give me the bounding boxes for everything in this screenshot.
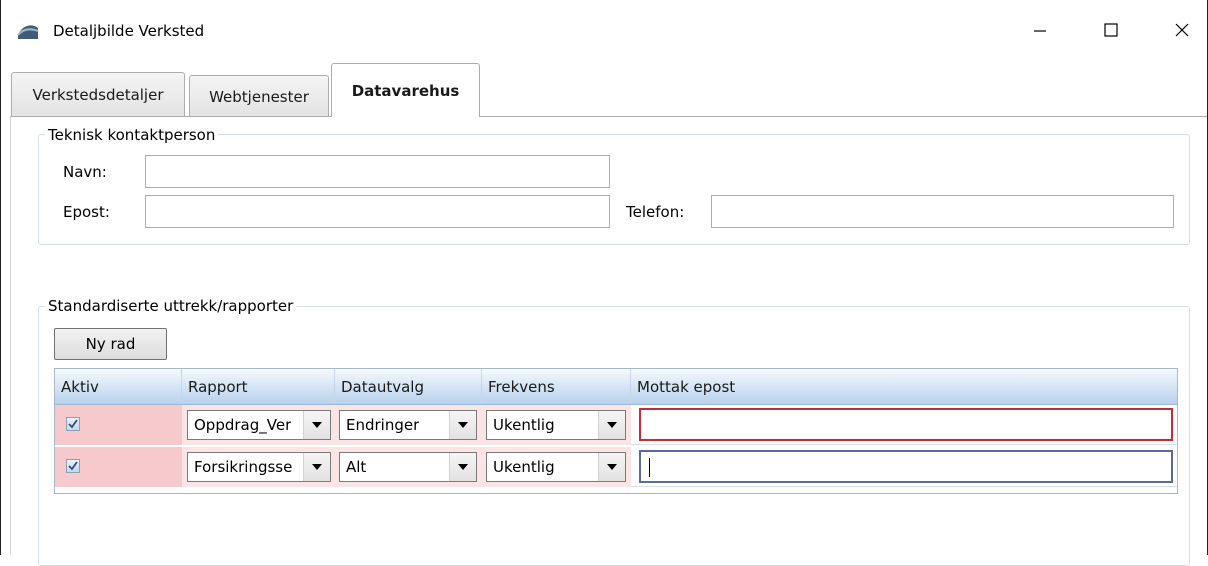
window: Detaljbilde Verksted Verkstedsdetaljer W… [0,0,1208,566]
frekvens-cell: Ukentlig [482,405,631,445]
rapport-combo[interactable]: Oppdrag_Ver [187,410,331,440]
chevron-down-icon [303,411,330,439]
aktiv-cell [55,405,182,445]
table-row: Forsikringsse Alt Ukentlig [55,447,1177,487]
reports-grid: Aktiv Rapport Datautvalg Frekvens Mottak… [54,368,1178,494]
mottak-epost-field[interactable] [639,450,1173,483]
phone-field[interactable] [711,195,1174,228]
mottak-epost-cell [631,447,1177,487]
datautvalg-cell: Endringer [335,405,482,445]
datautvalg-value: Alt [346,458,367,476]
aktiv-checkbox[interactable] [66,417,80,431]
chevron-down-icon [449,411,476,439]
chevron-down-icon [449,453,476,481]
frekvens-combo[interactable]: Ukentlig [486,410,626,440]
maximize-button[interactable] [1088,10,1134,50]
rapport-cell: Oppdrag_Ver [182,405,335,445]
frekvens-value: Ukentlig [493,458,555,476]
frekvens-combo[interactable]: Ukentlig [486,452,626,482]
datautvalg-combo[interactable]: Alt [339,452,477,482]
name-label: Navn: [63,163,107,181]
tab-verkstedsdetaljer[interactable]: Verkstedsdetaljer [11,72,185,117]
close-icon [1175,23,1189,37]
rapport-value: Oppdrag_Ver [194,416,292,434]
datautvalg-value: Endringer [346,416,420,434]
name-field[interactable] [145,155,610,188]
reports-group-label: Standardiserte uttrekk/rapporter [45,297,297,315]
tab-webtjenester[interactable]: Webtjenester [189,75,329,117]
email-label: Epost: [63,203,110,221]
datautvalg-cell: Alt [335,447,482,487]
datautvalg-combo[interactable]: Endringer [339,410,477,440]
column-header-aktiv[interactable]: Aktiv [55,369,182,404]
phone-label: Telefon: [626,203,685,221]
frekvens-cell: Ukentlig [482,447,631,487]
text-caret [649,458,650,477]
tab-datavarehus[interactable]: Datavarehus [331,63,480,117]
column-header-mottak-epost[interactable]: Mottak epost [631,369,1177,404]
chevron-down-icon [598,453,625,481]
column-header-rapport[interactable]: Rapport [182,369,335,404]
frekvens-value: Ukentlig [493,416,555,434]
contact-group [38,134,1190,245]
window-title: Detaljbilde Verksted [53,22,205,40]
minimize-button[interactable] [1017,10,1063,50]
column-header-datautvalg[interactable]: Datautvalg [335,369,482,404]
new-row-button[interactable]: Ny rad [54,328,167,360]
column-header-frekvens[interactable]: Frekvens [482,369,631,404]
mottak-epost-field[interactable] [639,408,1173,441]
mottak-epost-cell [631,405,1177,445]
table-row: Oppdrag_Ver Endringer Ukentlig [55,405,1177,445]
contact-group-label: Teknisk kontaktperson [45,126,219,144]
chevron-down-icon [598,411,625,439]
grid-header: Aktiv Rapport Datautvalg Frekvens Mottak… [55,369,1177,405]
minimize-icon [1034,30,1046,32]
aktiv-cell [55,447,182,487]
email-field[interactable] [145,195,610,228]
app-logo-icon [17,22,39,40]
close-button[interactable] [1159,10,1205,50]
rapport-cell: Forsikringsse [182,447,335,487]
chevron-down-icon [303,453,330,481]
checkmark-icon [68,461,78,471]
maximize-icon [1104,23,1118,37]
rapport-combo[interactable]: Forsikringsse [187,452,331,482]
checkmark-icon [68,419,78,429]
rapport-value: Forsikringsse [194,458,293,476]
aktiv-checkbox[interactable] [66,459,80,473]
title-bar: Detaljbilde Verksted [1,0,1207,62]
tab-strip: Verkstedsdetaljer Webtjenester Datavareh… [11,62,1207,117]
